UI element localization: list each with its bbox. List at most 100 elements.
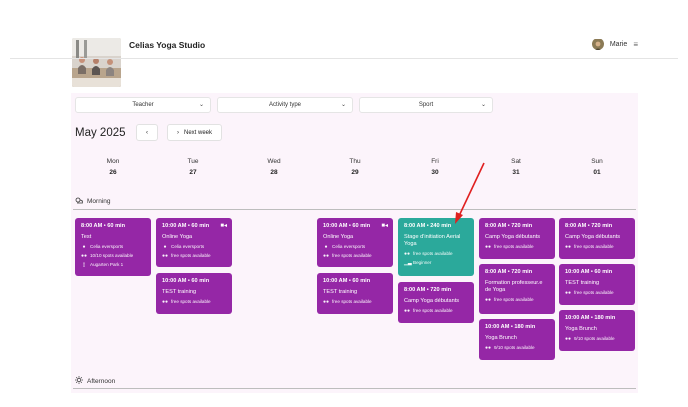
people-icon: ●●	[162, 252, 169, 259]
video-camera-icon: ■◂	[381, 223, 388, 229]
day-date: 26	[109, 169, 117, 176]
event-card-fri-camp-yoga[interactable]: 8:00 AM • 720 min Camp Yoga débutants ●●…	[398, 282, 474, 323]
sun-icon	[75, 376, 83, 386]
event-spots: 9/10 spots available	[574, 336, 615, 342]
event-time: 10:00 AM • 180 min	[565, 315, 616, 321]
level-bars-icon: ▁▃	[404, 259, 412, 266]
event-spots: 9/10 spots available	[494, 345, 535, 351]
people-icon: ●●	[162, 298, 169, 305]
event-name: Yoga Brunch	[485, 335, 517, 341]
previous-week-button[interactable]: ‹	[136, 124, 158, 141]
event-card-sat-camp-yoga[interactable]: 8:00 AM • 720 min Camp Yoga débutants ●●…	[479, 218, 555, 259]
sport-filter[interactable]: Sport ⌄	[359, 97, 493, 113]
event-name: TEST training	[162, 289, 197, 295]
event-card-mon-test[interactable]: 8:00 AM • 60 min Test ● Celia eversports …	[75, 218, 151, 276]
people-icon: ●●	[485, 243, 492, 250]
chevron-left-icon: ‹	[146, 129, 148, 136]
chevron-down-icon: ⌄	[340, 102, 346, 108]
people-icon: ●●	[565, 243, 572, 250]
day-name: Mon	[106, 158, 120, 165]
header-divider	[10, 58, 678, 59]
event-name: Online Yoga	[162, 234, 193, 240]
day-date: 28	[270, 169, 278, 176]
person-icon: ●	[163, 243, 167, 250]
event-card-sun-camp-yoga[interactable]: 8:00 AM • 720 min Camp Yoga débutants ●●…	[559, 218, 635, 259]
event-spots: free spots available	[171, 299, 211, 305]
location-icon: ▯	[82, 261, 86, 268]
event-name: Formation professeur.e de Yoga	[485, 280, 543, 293]
event-card-sat-formation[interactable]: 8:00 AM • 720 min Formation professeur.e…	[479, 264, 555, 314]
day-date: 30	[431, 169, 439, 176]
event-spots: free spots available	[171, 253, 211, 259]
event-name: Yoga Brunch	[565, 326, 597, 332]
event-teacher: Celia eversports	[332, 244, 366, 250]
cloud-sun-icon	[75, 197, 84, 206]
people-icon: ●●	[81, 252, 88, 259]
chevron-right-icon: ›	[176, 129, 179, 136]
day-header-fri: Fri 30	[405, 158, 465, 176]
event-time: 10:00 AM • 180 min	[485, 324, 536, 330]
event-card-tue-online-yoga[interactable]: ■◂ 10:00 AM • 60 min Online Yoga ● Celia …	[156, 218, 232, 267]
day-name: Sun	[591, 158, 603, 165]
day-header-sat: Sat 31	[486, 158, 546, 176]
day-date: 29	[351, 169, 359, 176]
event-time: 10:00 AM • 60 min	[162, 223, 210, 229]
afternoon-divider	[73, 388, 636, 389]
event-time: 8:00 AM • 240 min	[404, 223, 452, 229]
day-header-mon: Mon 26	[83, 158, 143, 176]
day-date: 01	[593, 169, 601, 176]
event-time: 8:00 AM • 60 min	[81, 223, 126, 229]
event-spots: free spots available	[494, 297, 534, 303]
event-card-sun-test-training[interactable]: 10:00 AM • 60 min TEST training ●● free s…	[559, 264, 635, 305]
event-time: 10:00 AM • 60 min	[323, 223, 371, 229]
teacher-filter-label: Teacher	[132, 102, 154, 108]
avatar[interactable]	[591, 38, 604, 50]
event-card-fri-aerial-yoga[interactable]: 8:00 AM • 240 min Stage d'initiation Aer…	[398, 218, 474, 276]
event-spots: free spots available	[574, 290, 614, 296]
event-card-sat-yoga-brunch[interactable]: 10:00 AM • 180 min Yoga Brunch ●● 9/10 sp…	[479, 319, 555, 360]
chevron-down-icon: ⌄	[480, 102, 486, 108]
next-week-button[interactable]: › Next week	[167, 124, 222, 141]
event-card-thu-test-training[interactable]: 10:00 AM • 60 min TEST training ●● free s…	[317, 273, 393, 314]
user-menu[interactable]: Marie ≡	[591, 38, 638, 50]
people-icon: ●●	[323, 298, 330, 305]
day-date: 27	[189, 169, 197, 176]
activity-type-filter[interactable]: Activity type ⌄	[217, 97, 353, 113]
hamburger-menu-icon[interactable]: ≡	[633, 40, 638, 49]
event-spots: free spots available	[413, 251, 453, 257]
people-icon: ●●	[404, 307, 411, 314]
event-spots: 10/10 spots available	[90, 253, 134, 259]
day-name: Sat	[511, 158, 521, 165]
event-name: TEST training	[323, 289, 358, 295]
chevron-down-icon: ⌄	[198, 102, 204, 108]
event-time: 8:00 AM • 720 min	[485, 223, 533, 229]
event-card-thu-online-yoga[interactable]: ■◂ 10:00 AM • 60 min Online Yoga ● Celia …	[317, 218, 393, 267]
event-teacher: Celia eversports	[90, 244, 124, 250]
event-name: Camp Yoga débutants	[565, 234, 621, 240]
people-icon: ●●	[565, 335, 572, 342]
event-spots: free spots available	[574, 244, 614, 250]
event-time: 10:00 AM • 60 min	[323, 278, 371, 284]
day-header-sun: Sun 01	[567, 158, 627, 176]
teacher-filter[interactable]: Teacher ⌄	[75, 97, 211, 113]
afternoon-section-header: Afternoon	[75, 376, 115, 386]
day-header-tue: Tue 27	[163, 158, 223, 176]
event-name: Camp Yoga débutants	[404, 298, 460, 304]
event-card-sun-yoga-brunch[interactable]: 10:00 AM • 180 min Yoga Brunch ●● 9/10 sp…	[559, 310, 635, 351]
event-teacher: Celia eversports	[171, 244, 205, 250]
event-time: 8:00 AM • 720 min	[485, 269, 533, 275]
event-level: Beginner	[413, 260, 432, 266]
day-header-thu: Thu 29	[325, 158, 385, 176]
studio-logo[interactable]	[72, 38, 121, 87]
event-name: Camp Yoga débutants	[485, 234, 541, 240]
people-icon: ●●	[485, 344, 492, 351]
day-name: Thu	[349, 158, 361, 165]
studio-name: Celias Yoga Studio	[129, 40, 206, 50]
morning-label: Morning	[87, 198, 111, 205]
sport-filter-label: Sport	[418, 102, 434, 108]
event-card-tue-test-training[interactable]: 10:00 AM • 60 min TEST training ●● free s…	[156, 273, 232, 314]
people-icon: ●●	[485, 296, 492, 303]
afternoon-label: Afternoon	[87, 377, 116, 385]
event-time: 8:00 AM • 720 min	[404, 287, 452, 293]
month-title: May 2025	[75, 127, 126, 139]
